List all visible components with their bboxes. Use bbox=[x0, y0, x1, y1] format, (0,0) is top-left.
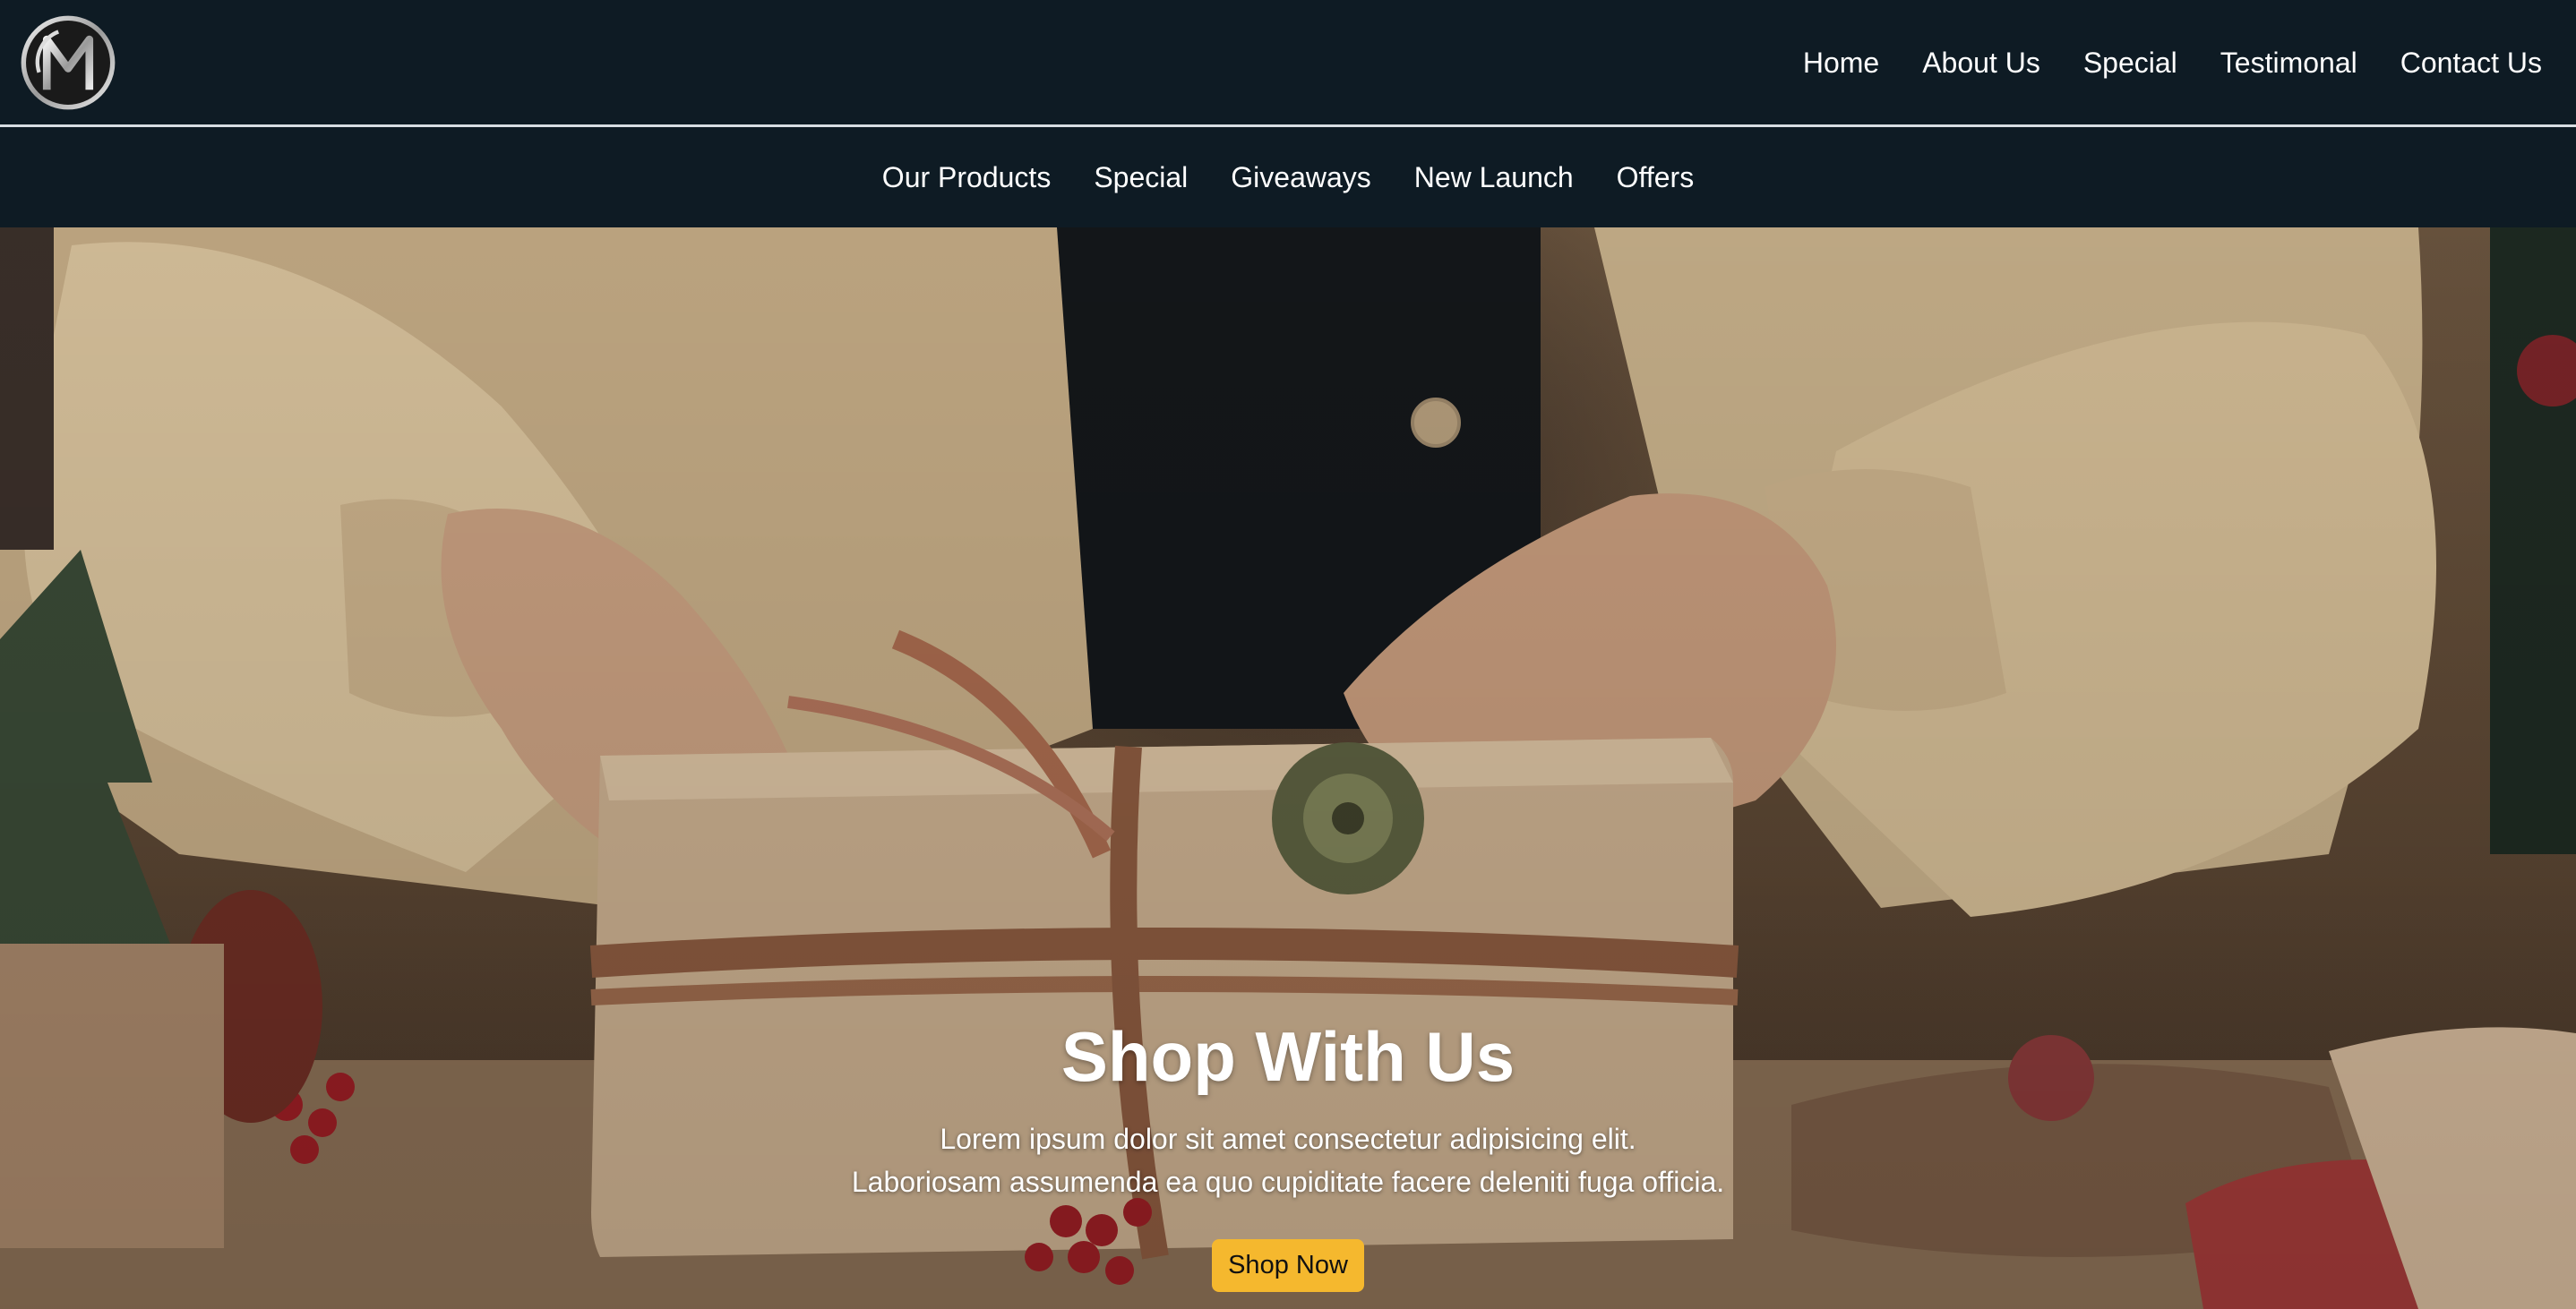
subnav-new-launch-link[interactable]: New Launch bbox=[1414, 163, 1574, 192]
nav-special-link[interactable]: Special bbox=[2083, 48, 2177, 77]
main-nav: Home About Us Special Testimonal Contact… bbox=[1803, 0, 2542, 125]
hero-content: Shop With Us Lorem ipsum dolor sit amet … bbox=[0, 1015, 2576, 1293]
nav-testimonal-link[interactable]: Testimonal bbox=[2220, 48, 2357, 77]
m-monogram-logo-icon[interactable] bbox=[20, 14, 116, 111]
subnav-giveaways-link[interactable]: Giveaways bbox=[1231, 163, 1371, 192]
hero-title: Shop With Us bbox=[1060, 1017, 1516, 1096]
shop-now-button[interactable]: Shop Now bbox=[1212, 1238, 1364, 1293]
top-header: Home About Us Special Testimonal Contact… bbox=[0, 0, 2576, 127]
category-nav: Our Products Special Giveaways New Launc… bbox=[0, 127, 2576, 227]
hero-description-line-2: Laboriosam assumenda ea quo cupiditate f… bbox=[851, 1165, 1725, 1198]
hero-description-line-1: Lorem ipsum dolor sit amet consectetur a… bbox=[940, 1122, 1636, 1155]
hero-banner: Shop With Us Lorem ipsum dolor sit amet … bbox=[0, 227, 2576, 1309]
nav-home-link[interactable]: Home bbox=[1803, 48, 1879, 77]
nav-contact-us-link[interactable]: Contact Us bbox=[2400, 48, 2542, 77]
subnav-offers-link[interactable]: Offers bbox=[1617, 163, 1695, 192]
hero-description: Lorem ipsum dolor sit amet consectetur a… bbox=[0, 1117, 2576, 1203]
subnav-our-products-link[interactable]: Our Products bbox=[882, 163, 1052, 192]
nav-about-us-link[interactable]: About Us bbox=[1922, 48, 2040, 77]
subnav-special-link[interactable]: Special bbox=[1094, 163, 1188, 192]
